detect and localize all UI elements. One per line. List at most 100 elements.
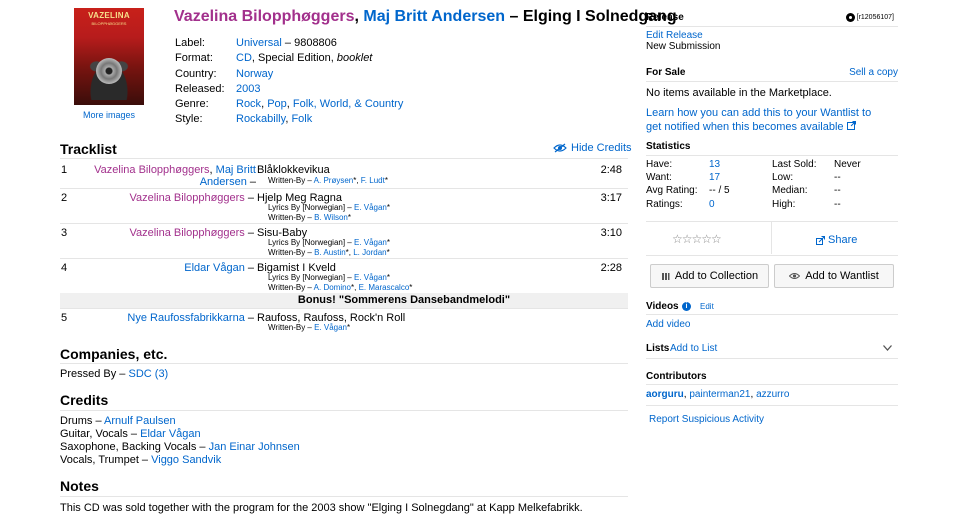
credit-row: Guitar, Vocals – Eldar Vågan [60,428,300,441]
released-link[interactable]: 2003 [236,83,260,95]
track-credit: Lyrics By [Norwegian] – E. Vågan* [268,238,391,247]
track-artist: Nye Raufossfabrikkarna – [127,312,254,324]
have-count-link[interactable]: 13 [709,159,720,170]
album-cover[interactable]: VAZELINA BILOPPHØGGERS [74,8,144,105]
chevron-down-icon[interactable] [883,345,892,351]
credit-link[interactable]: F. Ludt [361,176,385,185]
submission-status: New Submission [646,41,721,52]
credit-name-link[interactable]: Viggo Sandvik [151,454,221,466]
format-link[interactable]: CD [236,52,252,64]
genre-folk-link[interactable]: Folk, World, & Country [293,98,403,110]
track-artist2-link-cont[interactable]: Andersen [200,176,247,188]
external-link-icon [846,121,856,130]
track-row: 2 Vazelina Bilopphøggers – Hjelp Meg Rag… [60,188,628,223]
pressed-company-link[interactable]: SDC [128,368,151,380]
title-artist2-link[interactable]: Maj Britt Andersen [363,8,505,25]
style-folk-link[interactable]: Folk [291,113,312,125]
page-title: Vazelina Bilopphøggers, Maj Britt Anders… [174,8,677,26]
contributor-link[interactable]: aorguru [646,389,684,400]
more-images-link[interactable]: More images [74,110,144,120]
credit-name-link[interactable]: Arnulf Paulsen [104,415,176,427]
track-position: 4 [61,262,68,274]
genre-rock-link[interactable]: Rock [236,98,261,110]
median-value: -- [834,185,841,196]
credit-link[interactable]: E. Marascalco [359,283,410,292]
release-id[interactable]: [r12056107] [845,13,894,22]
label-link[interactable]: Universal [236,37,282,49]
rating-stars[interactable]: ☆☆☆☆☆ [672,232,722,246]
style-rockabilly-link[interactable]: Rockabilly [236,113,285,125]
credit-link[interactable]: E. Vågan [354,238,387,247]
label-label: Label: [175,37,205,49]
contributor-link[interactable]: azzurro [756,389,789,400]
style-label: Style: [175,113,203,126]
notes-text: This CD was sold together with the progr… [60,502,583,514]
track-row: 3 Vazelina Bilopphøggers – Sisu-Baby Lyr… [60,223,628,258]
contributors-list: aorguru, painterman21, azzurro [646,389,790,400]
contributor-link[interactable]: painterman21 [689,389,750,400]
track-artist: Vazelina Bilopphøggers – [129,227,254,239]
add-to-wantlist-button[interactable]: Add to Wantlist [774,264,894,288]
track-artist-link[interactable]: Vazelina Bilopphøggers [94,164,209,176]
credit-name-link[interactable]: Jan Einar Johnsen [209,441,300,453]
statistics-heading: Statistics [646,141,691,152]
title-dash: – [505,8,523,25]
title-artist-link[interactable]: Vazelina Bilopphøggers [174,8,354,25]
track-artist-link[interactable]: Vazelina Bilopphøggers [129,192,244,204]
info-icon[interactable]: i [682,302,691,311]
track-duration: 2:28 [600,262,622,274]
edit-release-link[interactable]: Edit Release [646,30,703,41]
track-artist: Vazelina Bilopphøggers – [129,192,254,204]
pressed-by: Pressed By – SDC (3) [60,368,168,380]
track-artist-link[interactable]: Eldar Vågan [184,262,245,274]
add-to-collection-button[interactable]: Add to Collection [650,264,769,288]
high-label: High: [772,199,796,210]
credit-link[interactable]: E. Vågan [354,273,387,282]
credit-link[interactable]: L. Jordan [353,248,386,257]
track-duration: 2:48 [600,164,622,176]
track-credit: Lyrics By [Norwegian] – E. Vågan* [268,203,391,212]
contributors-heading: Contributors [646,371,707,382]
credit-name-link[interactable]: Eldar Vågan [140,428,201,440]
released-label: Released: [175,82,225,95]
discogs-record-icon [845,13,855,22]
track-duration: 3:17 [600,192,622,204]
tracklist: 1 Vazelina Bilopphøggers, Maj Britt Ander… [60,161,628,332]
credit-link[interactable]: A. Domino [314,283,351,292]
want-label: Want: [646,172,672,183]
report-suspicious-link[interactable]: Report Suspicious Activity [649,414,764,425]
track-artist-link[interactable]: Vazelina Bilopphøggers [129,227,244,239]
credit-link[interactable]: B. Austin [314,248,346,257]
credit-link[interactable]: E. Vågan [354,203,387,212]
credit-link[interactable]: E. Vågan [314,323,347,332]
ratings-label: Ratings: [646,199,683,210]
eye-slash-icon [553,143,567,153]
track-credit: Written-By – A. Prøysen*, F. Ludt* [268,176,388,185]
pressed-count[interactable]: (3) [152,368,168,380]
share-button[interactable]: Share [816,234,857,246]
ratings-count-link[interactable]: 0 [709,199,715,210]
track-position: 2 [61,192,68,204]
credit-link[interactable]: A. Prøysen [314,176,354,185]
track-artist: Vazelina Bilopphøggers, Maj Britt Anderse… [94,164,256,188]
credit-link[interactable]: B. Wilson [314,213,348,222]
add-to-list-link[interactable]: Add to List [670,343,717,354]
cover-title: VAZELINA [88,11,130,20]
avg-rating-label: Avg Rating: [646,185,698,196]
add-video-link[interactable]: Add video [646,319,690,330]
genre-pop-link[interactable]: Pop [267,98,287,110]
sell-copy-link[interactable]: Sell a copy [849,67,898,78]
hide-credits-button[interactable]: Hide Credits [553,142,632,154]
track-credit: Written-By – B. Wilson* [268,213,352,222]
high-value: -- [834,199,841,210]
track-artist-link[interactable]: Nye Raufossfabrikkarna [127,312,244,324]
track-credit: Written-By – B. Austin*, L. Jordan* [268,248,390,257]
country-link[interactable]: Norway [236,68,273,80]
videos-edit-link[interactable]: Edit [700,302,714,311]
country-label: Country: [175,67,217,80]
credit-row: Drums – Arnulf Paulsen [60,415,300,428]
track-artist2-link[interactable]: Maj Britt [216,164,256,176]
wantlist-notify-link[interactable]: Learn how you can add this to your Wantl… [646,106,886,134]
want-count-link[interactable]: 17 [709,172,720,183]
for-sale-heading: For Sale [646,67,686,78]
